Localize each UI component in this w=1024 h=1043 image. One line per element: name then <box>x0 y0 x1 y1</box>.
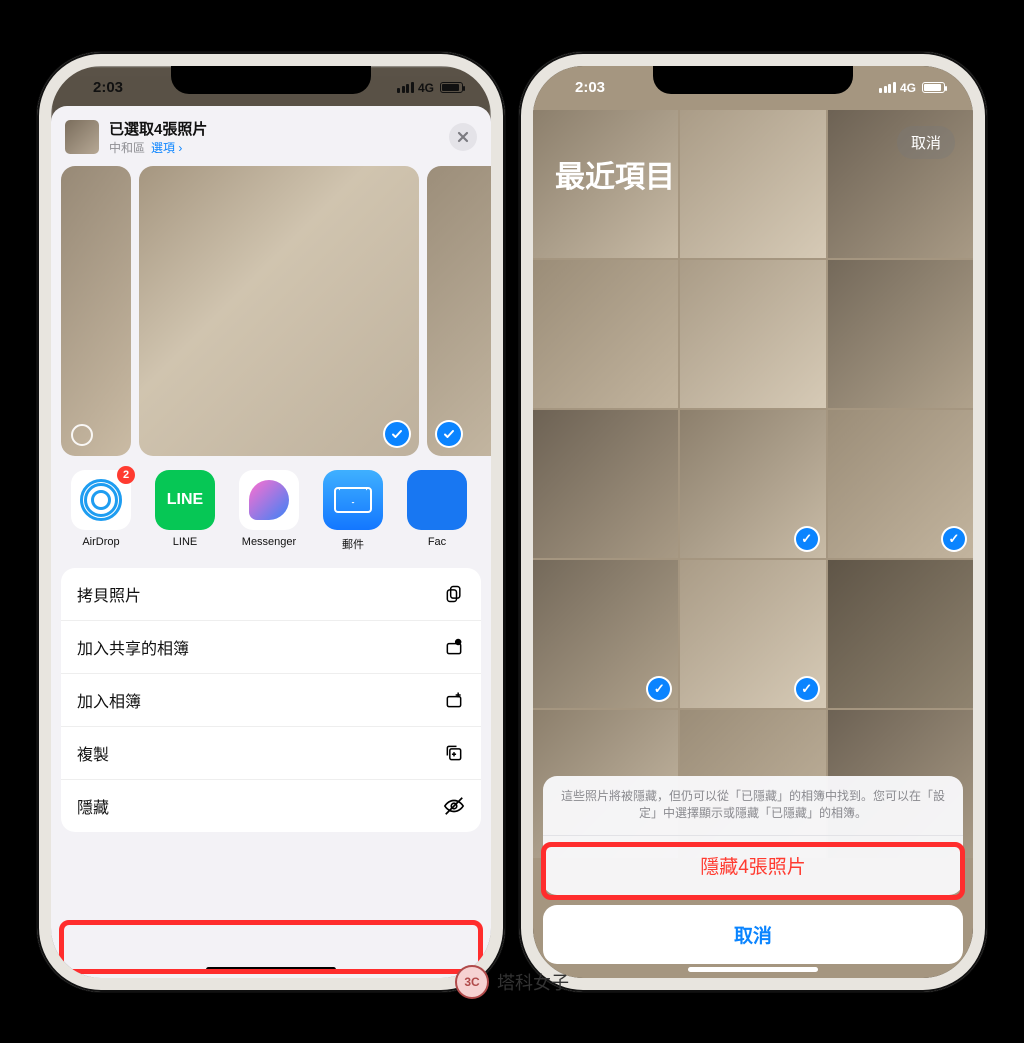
share-app-facebook[interactable]: Fac <box>399 470 475 552</box>
action-sheet: 這些照片將被隱藏，但仍可以從「已隱藏」的相簿中找到。您可以在「設定」中選擇顯示或… <box>543 776 963 964</box>
photo-thumb-prev[interactable] <box>61 166 131 456</box>
signal-icon <box>879 82 896 93</box>
share-location: 中和區 <box>109 139 145 156</box>
action-label: 加入共享的相簿 <box>77 635 189 659</box>
photo-strip[interactable] <box>51 166 491 456</box>
action-sheet-cancel-button[interactable]: 取消 <box>543 905 963 964</box>
status-time: 2:03 <box>93 79 123 96</box>
home-indicator[interactable] <box>688 967 818 972</box>
action-hide[interactable]: 隱藏 <box>61 780 481 832</box>
status-network: 4G <box>418 81 434 95</box>
home-indicator[interactable] <box>206 967 336 972</box>
notch <box>171 66 371 94</box>
share-actions-list: 拷貝照片 加入共享的相簿 加入相簿 <box>61 568 481 832</box>
status-right: 4G <box>879 81 945 95</box>
app-label: Messenger <box>231 536 307 548</box>
cancel-selection-button[interactable]: 取消 <box>897 126 955 159</box>
share-apps-row[interactable]: 2 AirDrop LINE LINE Messenger 郵件 <box>51 456 491 560</box>
app-label: LINE <box>147 536 223 548</box>
check-icon: ✓ <box>796 678 818 700</box>
action-label: 隱藏 <box>77 794 109 818</box>
phone-left: 2:03 4G 已選取4張照片 中和區 選項 › <box>37 52 505 992</box>
duplicate-icon <box>443 742 465 764</box>
copy-icon <box>443 583 465 605</box>
battery-icon <box>440 82 463 93</box>
close-button[interactable] <box>449 123 477 151</box>
phone-right-screen: 2:03 4G ✓ ✓ ✓ ✓ <box>533 66 973 978</box>
share-app-airdrop[interactable]: 2 AirDrop <box>63 470 139 552</box>
share-app-mail[interactable]: 郵件 <box>315 470 391 552</box>
grid-photo[interactable] <box>828 260 973 408</box>
phone-right: 2:03 4G ✓ ✓ ✓ ✓ <box>519 52 987 992</box>
grid-photo[interactable] <box>828 560 973 708</box>
check-icon: ✓ <box>943 528 965 550</box>
photo-thumb-main[interactable] <box>139 166 419 456</box>
airdrop-icon: 2 <box>71 470 131 530</box>
watermark: 3C 塔科女子 <box>455 965 569 999</box>
action-label: 複製 <box>77 741 109 765</box>
grid-photo[interactable] <box>680 260 825 408</box>
action-add-album[interactable]: 加入相簿 <box>61 674 481 727</box>
messenger-icon <box>239 470 299 530</box>
line-icon: LINE <box>155 470 215 530</box>
selection-check-icon[interactable] <box>385 422 409 446</box>
facebook-icon <box>407 470 467 530</box>
check-icon: ✓ <box>648 678 670 700</box>
action-label: 加入相簿 <box>77 688 141 712</box>
share-thumbnail <box>65 120 99 154</box>
album-icon <box>443 689 465 711</box>
photo-thumb-next[interactable] <box>427 166 491 456</box>
action-copy-photo[interactable]: 拷貝照片 <box>61 568 481 621</box>
grid-photo[interactable]: ✓ <box>680 410 825 558</box>
selection-circle[interactable] <box>71 424 93 446</box>
grid-photo[interactable] <box>680 110 825 258</box>
share-options-link[interactable]: 選項 › <box>151 139 182 156</box>
action-label: 拷貝照片 <box>77 582 141 606</box>
shared-album-icon <box>443 636 465 658</box>
signal-icon <box>397 82 414 93</box>
airdrop-badge: 2 <box>117 466 135 484</box>
grid-photo[interactable] <box>533 410 678 558</box>
grid-photo[interactable]: ✓ <box>533 560 678 708</box>
hide-icon <box>443 795 465 817</box>
action-sheet-message: 這些照片將被隱藏，但仍可以從「已隱藏」的相簿中找到。您可以在「設定」中選擇顯示或… <box>543 776 963 835</box>
app-label: Fac <box>399 536 475 548</box>
status-right: 4G <box>397 81 463 95</box>
watermark-avatar-icon: 3C <box>455 965 489 999</box>
share-header: 已選取4張照片 中和區 選項 › <box>51 106 491 166</box>
notch <box>653 66 853 94</box>
share-title: 已選取4張照片 <box>109 118 439 139</box>
battery-icon <box>922 82 945 93</box>
share-app-line[interactable]: LINE LINE <box>147 470 223 552</box>
action-duplicate[interactable]: 複製 <box>61 727 481 780</box>
action-sheet-hide-button[interactable]: 隱藏4張照片 <box>543 835 963 895</box>
close-icon <box>457 131 469 143</box>
grid-photo[interactable]: ✓ <box>828 410 973 558</box>
status-network: 4G <box>900 81 916 95</box>
share-app-messenger[interactable]: Messenger <box>231 470 307 552</box>
grid-photo[interactable]: ✓ <box>680 560 825 708</box>
status-time: 2:03 <box>575 79 605 96</box>
selection-check-icon[interactable] <box>437 422 461 446</box>
share-sheet: 已選取4張照片 中和區 選項 › <box>51 106 491 978</box>
album-title: 最近項目 <box>555 152 675 196</box>
action-add-shared-album[interactable]: 加入共享的相簿 <box>61 621 481 674</box>
check-icon: ✓ <box>796 528 818 550</box>
annotation-highlight-hide <box>59 920 483 974</box>
phone-left-screen: 2:03 4G 已選取4張照片 中和區 選項 › <box>51 66 491 978</box>
app-label: AirDrop <box>63 536 139 548</box>
app-label: 郵件 <box>315 536 391 552</box>
grid-photo[interactable] <box>533 260 678 408</box>
watermark-text: 塔科女子 <box>497 969 569 995</box>
mail-icon <box>323 470 383 530</box>
